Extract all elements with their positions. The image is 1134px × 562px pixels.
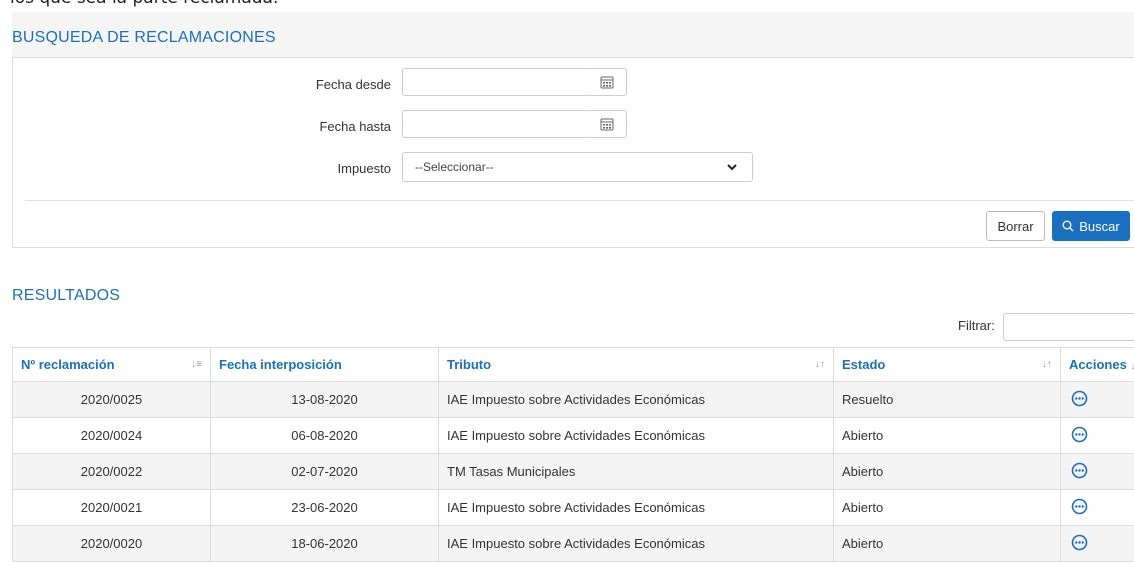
sort-icon: ↓↑ bbox=[1130, 361, 1134, 372]
cell-numero: 2020/0020 bbox=[13, 526, 211, 562]
table-row[interactable]: 2020/0025 13-08-2020 IAE Impuesto sobre … bbox=[13, 382, 1134, 418]
more-options-icon[interactable] bbox=[1071, 462, 1088, 482]
fecha-hasta-label: Fecha hasta bbox=[191, 119, 391, 134]
column-header-numero[interactable]: Nº reclamación ↓≡ bbox=[13, 348, 211, 382]
top-cut-text: los que sea la parte reclamada. bbox=[10, 0, 278, 8]
buscar-button[interactable]: Buscar bbox=[1052, 211, 1130, 241]
borrar-button[interactable]: Borrar bbox=[986, 211, 1045, 241]
sort-icon: ↓↑ bbox=[1042, 359, 1052, 370]
buscar-button-label: Buscar bbox=[1079, 219, 1119, 234]
fecha-hasta-input[interactable] bbox=[402, 110, 588, 138]
column-header-estado[interactable]: Estado ↓↑ bbox=[834, 348, 1061, 382]
cell-fecha: 02-07-2020 bbox=[211, 454, 439, 490]
cell-numero: 2020/0021 bbox=[13, 490, 211, 526]
column-header-label: Estado bbox=[842, 357, 885, 372]
results-table: Nº reclamación ↓≡ Fecha interposición Tr… bbox=[12, 347, 1134, 562]
column-header-fecha[interactable]: Fecha interposición bbox=[211, 348, 439, 382]
cell-fecha: 13-08-2020 bbox=[211, 382, 439, 418]
filter-input[interactable] bbox=[1003, 313, 1134, 341]
fecha-desde-input[interactable] bbox=[402, 68, 588, 96]
search-section-title: BUSQUEDA DE RECLAMACIONES bbox=[12, 29, 276, 47]
cell-numero: 2020/0022 bbox=[13, 454, 211, 490]
cell-tributo: IAE Impuesto sobre Actividades Económica… bbox=[439, 526, 834, 562]
column-header-tributo[interactable]: Tributo ↓↑ bbox=[439, 348, 834, 382]
table-row[interactable]: 2020/0021 23-06-2020 IAE Impuesto sobre … bbox=[13, 490, 1134, 526]
cell-fecha: 18-06-2020 bbox=[211, 526, 439, 562]
results-section-title: RESULTADOS bbox=[12, 287, 120, 305]
cell-acciones bbox=[1061, 382, 1134, 418]
cell-acciones bbox=[1061, 454, 1134, 490]
column-header-acciones[interactable]: Acciones ↓↑ bbox=[1061, 348, 1134, 382]
fecha-hasta-calendar-button[interactable] bbox=[587, 110, 627, 138]
cell-estado: Abierto bbox=[834, 526, 1061, 562]
calendar-icon bbox=[600, 117, 614, 131]
cell-numero: 2020/0024 bbox=[13, 418, 211, 454]
table-row[interactable]: 2020/0020 18-06-2020 IAE Impuesto sobre … bbox=[13, 526, 1134, 562]
divider bbox=[25, 200, 1134, 201]
impuesto-label: Impuesto bbox=[191, 161, 391, 176]
more-options-icon[interactable] bbox=[1071, 498, 1088, 518]
cell-estado: Abierto bbox=[834, 418, 1061, 454]
cell-fecha: 06-08-2020 bbox=[211, 418, 439, 454]
cell-tributo: IAE Impuesto sobre Actividades Económica… bbox=[439, 382, 834, 418]
cell-acciones bbox=[1061, 418, 1134, 454]
cell-tributo: IAE Impuesto sobre Actividades Económica… bbox=[439, 490, 834, 526]
search-icon bbox=[1062, 220, 1074, 232]
borrar-button-label: Borrar bbox=[997, 219, 1033, 234]
column-header-label: Acciones bbox=[1069, 357, 1127, 372]
filter-label: Filtrar: bbox=[958, 318, 995, 333]
sort-icon: ↓↑ bbox=[815, 359, 825, 370]
cell-estado: Abierto bbox=[834, 490, 1061, 526]
column-header-label: Nº reclamación bbox=[21, 357, 115, 372]
more-options-icon[interactable] bbox=[1071, 426, 1088, 446]
column-header-label: Tributo bbox=[447, 357, 491, 372]
cell-acciones bbox=[1061, 526, 1134, 562]
cell-estado: Resuelto bbox=[834, 382, 1061, 418]
calendar-icon bbox=[600, 75, 614, 89]
fecha-desde-calendar-button[interactable] bbox=[587, 68, 627, 96]
more-options-icon[interactable] bbox=[1071, 534, 1088, 554]
cell-numero: 2020/0025 bbox=[13, 382, 211, 418]
column-header-label: Fecha interposición bbox=[219, 357, 342, 372]
cell-fecha: 23-06-2020 bbox=[211, 490, 439, 526]
cell-tributo: IAE Impuesto sobre Actividades Económica… bbox=[439, 418, 834, 454]
impuesto-select-value: --Seleccionar-- bbox=[415, 160, 494, 174]
sort-desc-icon: ↓≡ bbox=[191, 359, 202, 370]
table-header-row: Nº reclamación ↓≡ Fecha interposición Tr… bbox=[13, 348, 1134, 382]
more-options-icon[interactable] bbox=[1071, 390, 1088, 410]
fecha-desde-label: Fecha desde bbox=[191, 77, 391, 92]
cell-estado: Abierto bbox=[834, 454, 1061, 490]
table-row[interactable]: 2020/0022 02-07-2020 TM Tasas Municipale… bbox=[13, 454, 1134, 490]
impuesto-select[interactable]: --Seleccionar-- bbox=[402, 152, 753, 182]
cell-acciones bbox=[1061, 490, 1134, 526]
cell-tributo: TM Tasas Municipales bbox=[439, 454, 834, 490]
table-row[interactable]: 2020/0024 06-08-2020 IAE Impuesto sobre … bbox=[13, 418, 1134, 454]
chevron-down-icon bbox=[726, 161, 738, 173]
